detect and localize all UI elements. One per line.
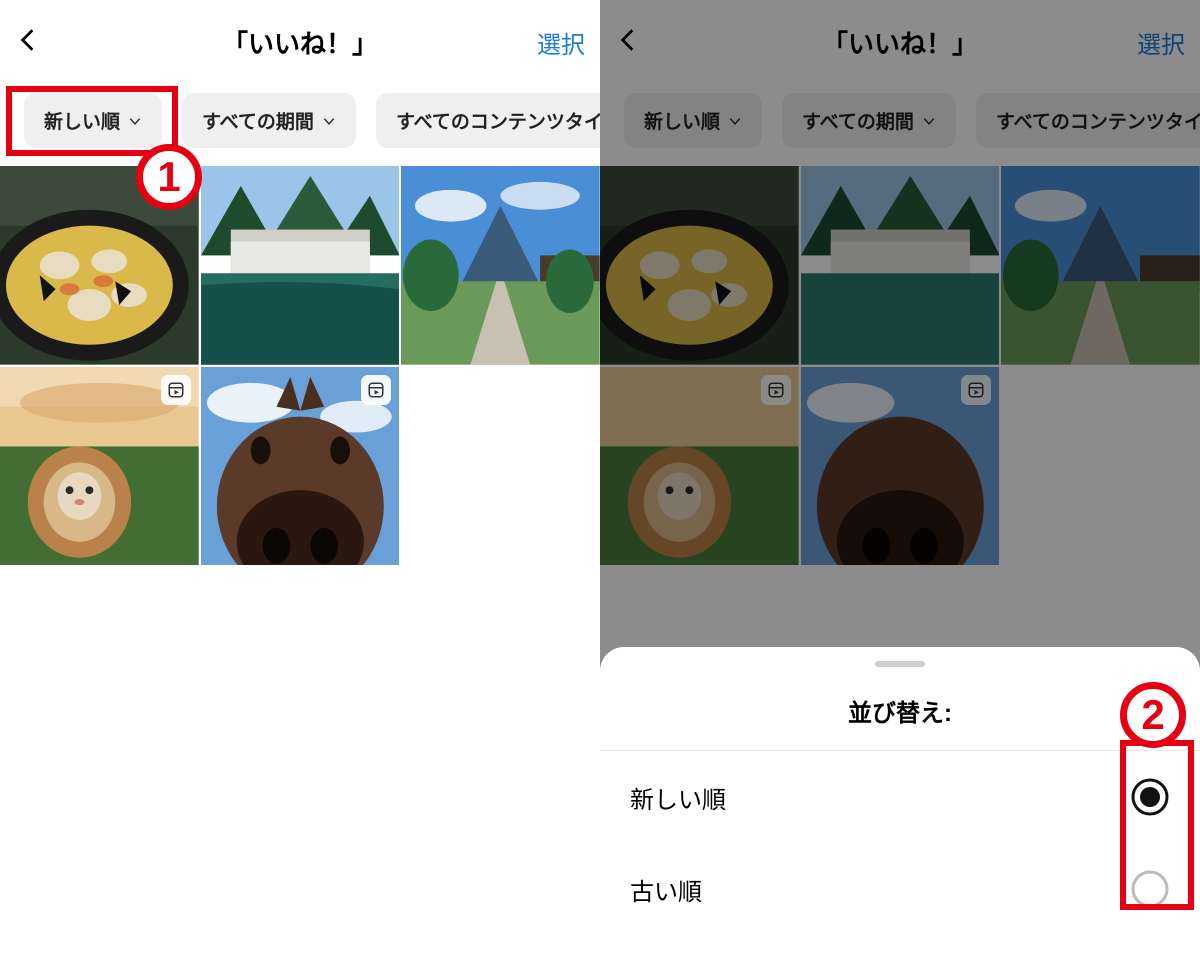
grid-tile[interactable] <box>201 166 400 365</box>
back-button[interactable] <box>15 27 41 58</box>
filter-period-label: すべての期間 <box>202 107 314 134</box>
chevron-down-icon <box>322 114 336 128</box>
reel-badge <box>161 375 191 405</box>
sort-option-label: 古い順 <box>630 872 702 907</box>
header: 「いいね！」 選択 <box>0 0 600 85</box>
photo-grid <box>0 166 600 565</box>
sheet-title: 並び替え: <box>600 693 1200 751</box>
sort-option-newest[interactable]: 新しい順 <box>600 751 1200 843</box>
callout-box-1 <box>6 86 178 156</box>
sort-option-label: 新しい順 <box>630 780 726 815</box>
sheet-handle[interactable] <box>875 661 925 667</box>
pane-left: 「いいね！」 選択 新しい順 すべての期間 すべてのコンテンツタイプ <box>0 0 600 975</box>
reel-badge <box>361 375 391 405</box>
chevron-left-icon <box>15 27 41 53</box>
callout-box-2 <box>1120 740 1194 910</box>
filter-content-type-label: すべてのコンテンツタイプ <box>396 107 600 134</box>
sort-sheet: 並び替え: 新しい順 古い順 <box>600 647 1200 975</box>
grid-tile[interactable] <box>201 367 400 566</box>
waterfall-image <box>201 166 400 365</box>
pane-right: 「いいね！」 選択 新しい順 すべての期間 すべてのコンテンツタイプ <box>600 0 1200 975</box>
page-title: 「いいね！」 <box>222 24 378 61</box>
sort-option-oldest[interactable]: 古い順 <box>600 843 1200 935</box>
callout-circle-1: 1 <box>136 144 202 210</box>
select-button[interactable]: 選択 <box>537 25 585 60</box>
callout-circle-2: 2 <box>1120 682 1186 748</box>
reel-icon <box>367 381 385 399</box>
grid-tile[interactable] <box>0 367 199 566</box>
reel-icon <box>167 381 185 399</box>
filter-period[interactable]: すべての期間 <box>182 93 356 148</box>
grid-tile[interactable] <box>401 166 600 365</box>
filter-content-type[interactable]: すべてのコンテンツタイプ <box>376 93 600 148</box>
mountain-path-image <box>401 166 600 365</box>
